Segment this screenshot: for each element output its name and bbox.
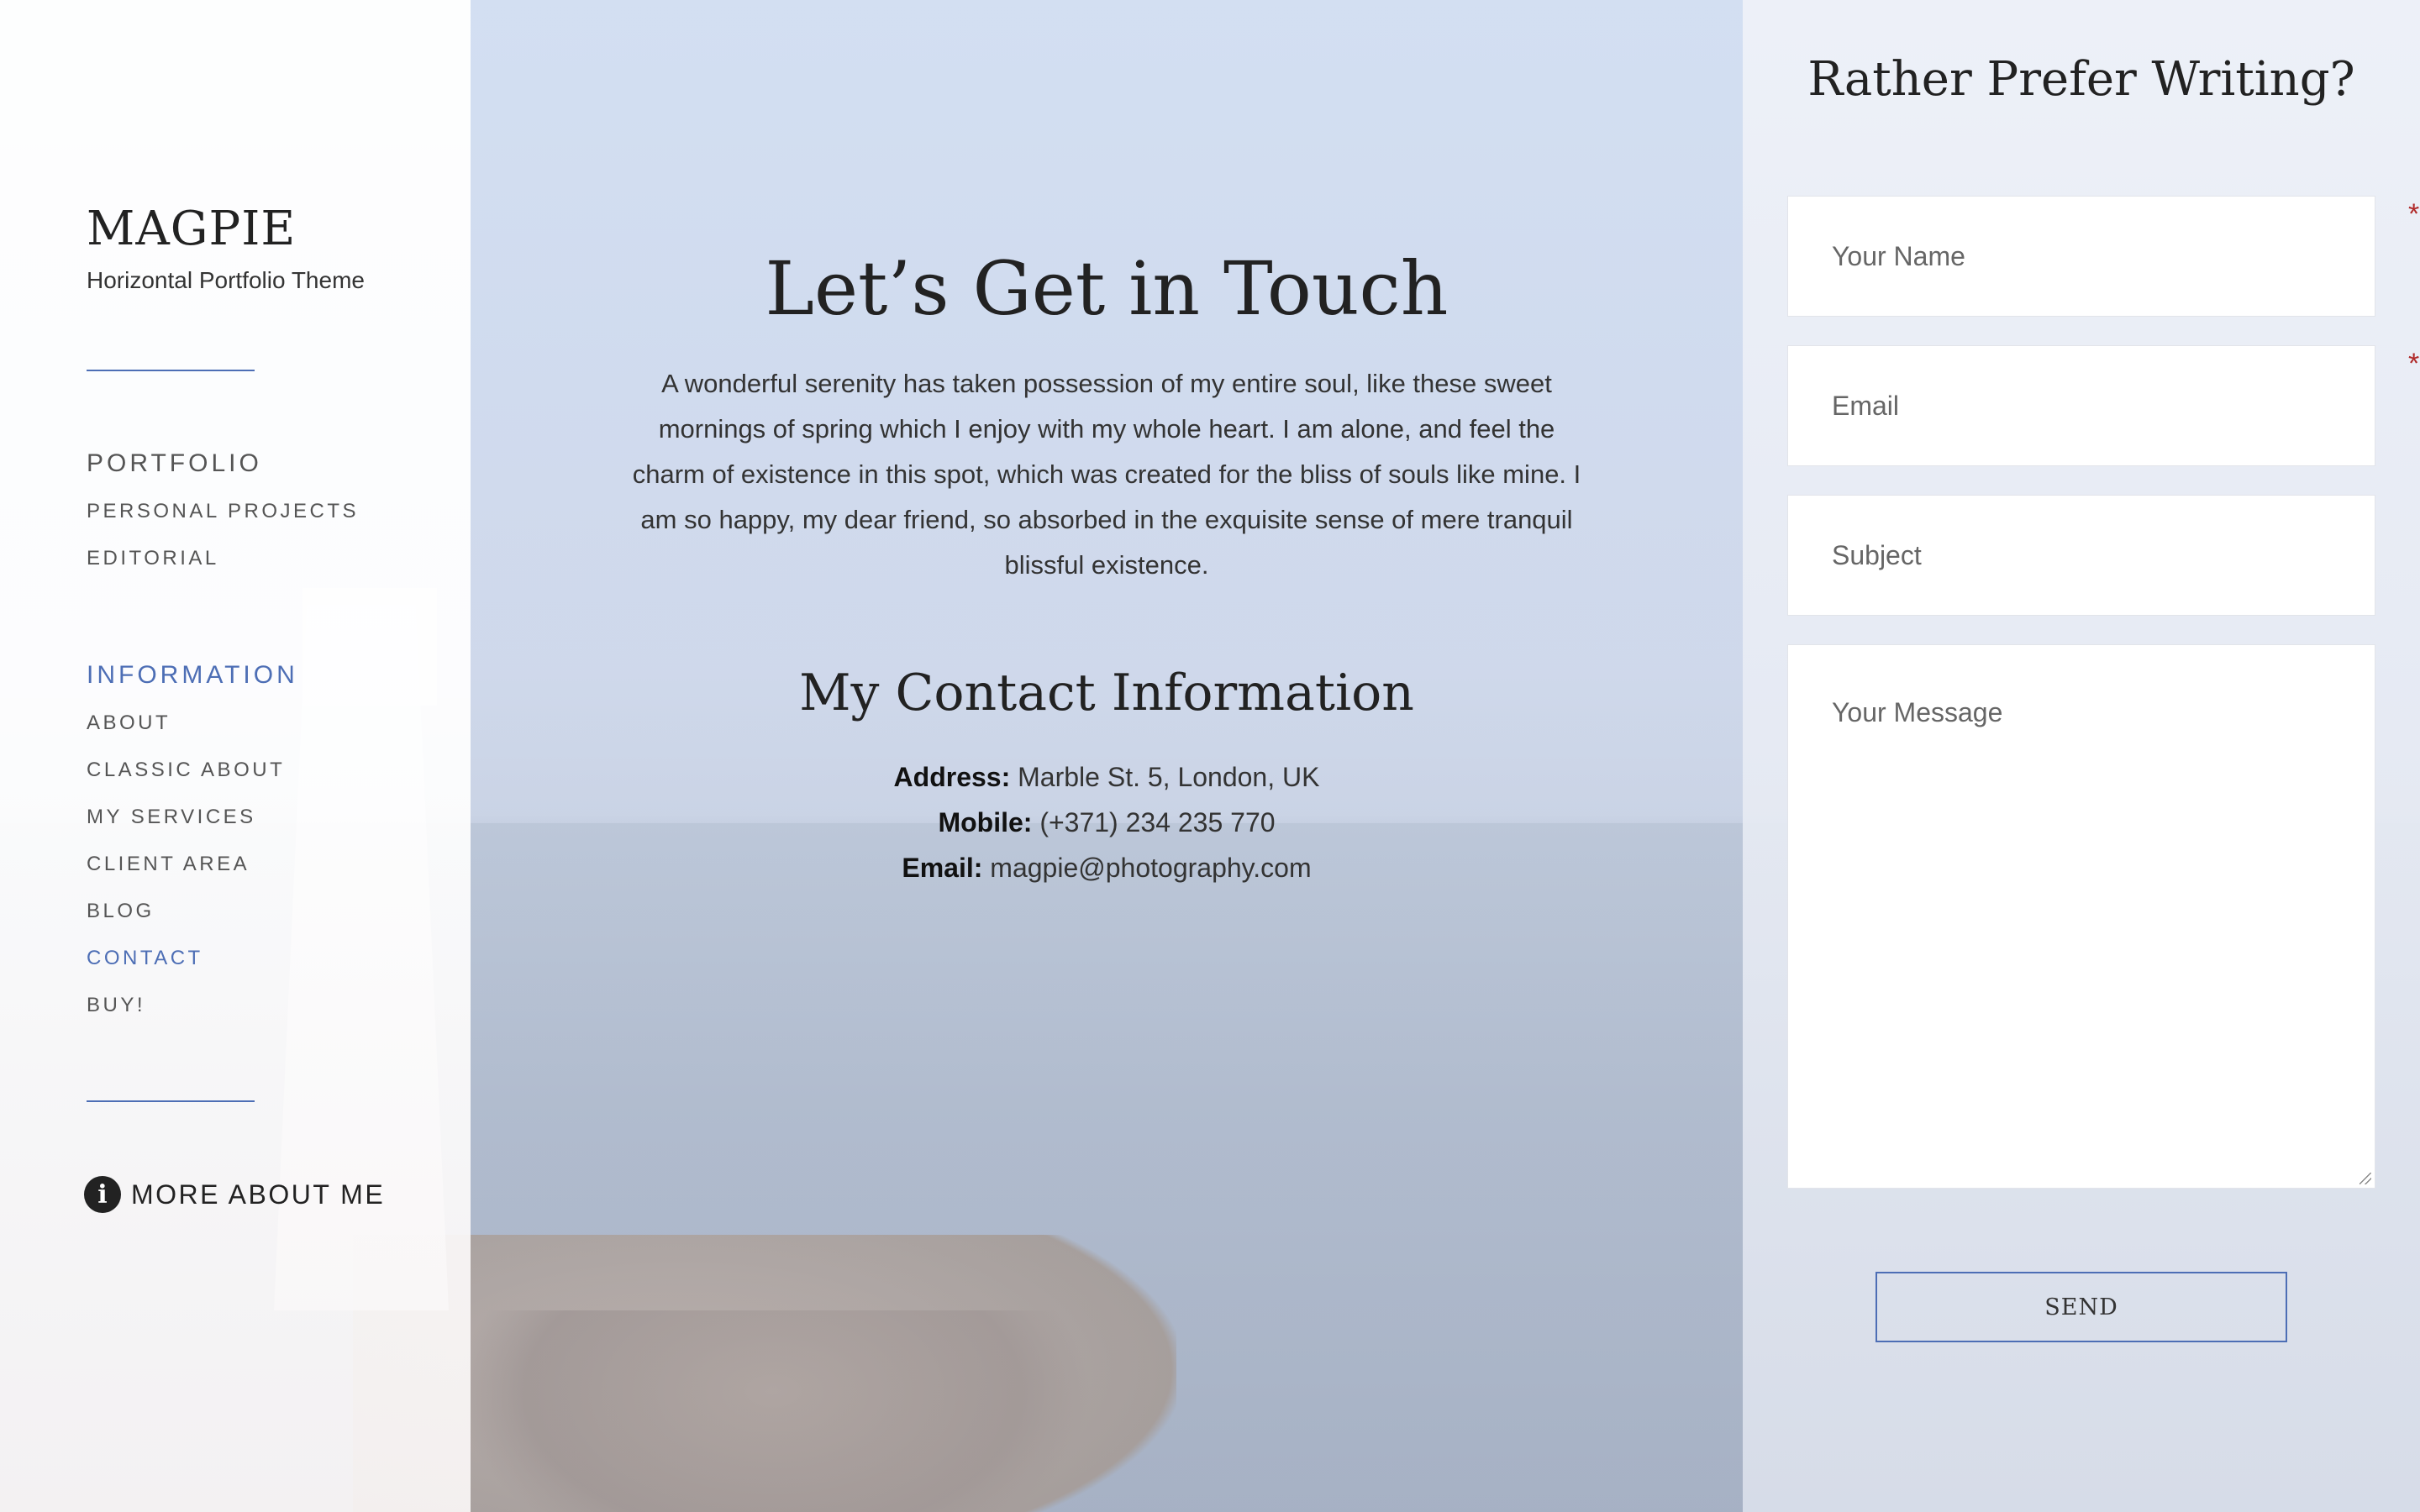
mobile-value[interactable]: (+371) 234 235 770 xyxy=(1039,807,1275,837)
site-tagline: Horizontal Portfolio Theme xyxy=(87,267,365,293)
divider xyxy=(87,370,255,371)
page-title: Let’s Get in Touch xyxy=(765,245,1449,332)
contact-info-title: My Contact Information xyxy=(799,664,1414,722)
nav-information[interactable]: INFORMATION xyxy=(87,661,298,690)
message-placeholder: Your Message xyxy=(1832,697,2003,727)
address-line: Address: Marble St. 5, London, UK xyxy=(471,754,1743,800)
form-title: Rather Prefer Writing? xyxy=(1807,52,2355,107)
mobile-label: Mobile: xyxy=(938,807,1033,837)
email-value[interactable]: magpie@photography.com xyxy=(990,853,1311,883)
email-placeholder: Email xyxy=(1832,390,1900,421)
site-logo[interactable]: MAGPIE xyxy=(87,202,296,256)
nav-portfolio[interactable]: PORTFOLIO xyxy=(87,449,262,478)
required-marker: * xyxy=(2408,198,2420,230)
contact-form-panel: Rather Prefer Writing? Your Name * Email… xyxy=(1743,0,2420,1512)
nav-client-area[interactable]: CLIENT AREA xyxy=(87,853,250,876)
message-textarea[interactable]: Your Message xyxy=(1787,644,2375,1189)
contact-content: Let’s Get in Touch A wonderful serenity … xyxy=(471,0,1743,1512)
contact-info: Address: Marble St. 5, London, UK Mobile… xyxy=(471,754,1743,890)
name-placeholder: Your Name xyxy=(1832,240,1965,271)
nav-buy[interactable]: BUY! xyxy=(87,994,145,1017)
more-about-me-button[interactable]: i MORE ABOUT ME xyxy=(84,1176,385,1213)
send-button[interactable]: SEND xyxy=(1876,1272,2287,1342)
mobile-line: Mobile: (+371) 234 235 770 xyxy=(471,800,1743,845)
address-label: Address: xyxy=(893,762,1011,792)
address-value: Marble St. 5, London, UK xyxy=(1018,762,1320,792)
more-about-me-label: MORE ABOUT ME xyxy=(131,1179,386,1210)
nav-editorial[interactable]: EDITORIAL xyxy=(87,547,219,570)
nav-classic-about[interactable]: CLASSIC ABOUT xyxy=(87,759,285,782)
email-line: Email: magpie@photography.com xyxy=(471,845,1743,890)
nav-about[interactable]: ABOUT xyxy=(87,711,171,735)
subject-placeholder: Subject xyxy=(1832,539,1922,570)
nav-blog[interactable]: BLOG xyxy=(87,900,155,923)
intro-text: A wonderful serenity has taken possessio… xyxy=(632,369,1581,580)
resize-handle-icon[interactable] xyxy=(2360,1173,2371,1184)
nav-contact[interactable]: CONTACT xyxy=(87,947,203,970)
nav-personal-projects[interactable]: PERSONAL PROJECTS xyxy=(87,500,359,523)
email-label: Email: xyxy=(902,853,983,883)
name-field[interactable]: Your Name xyxy=(1787,196,2375,317)
required-marker: * xyxy=(2408,348,2420,380)
info-icon: i xyxy=(84,1176,121,1213)
nav-my-services[interactable]: MY SERVICES xyxy=(87,806,256,829)
sidebar: MAGPIE Horizontal Portfolio Theme PORTFO… xyxy=(0,0,471,1512)
divider xyxy=(87,1100,255,1102)
subject-field[interactable]: Subject xyxy=(1787,495,2375,616)
email-field[interactable]: Email xyxy=(1787,345,2375,466)
